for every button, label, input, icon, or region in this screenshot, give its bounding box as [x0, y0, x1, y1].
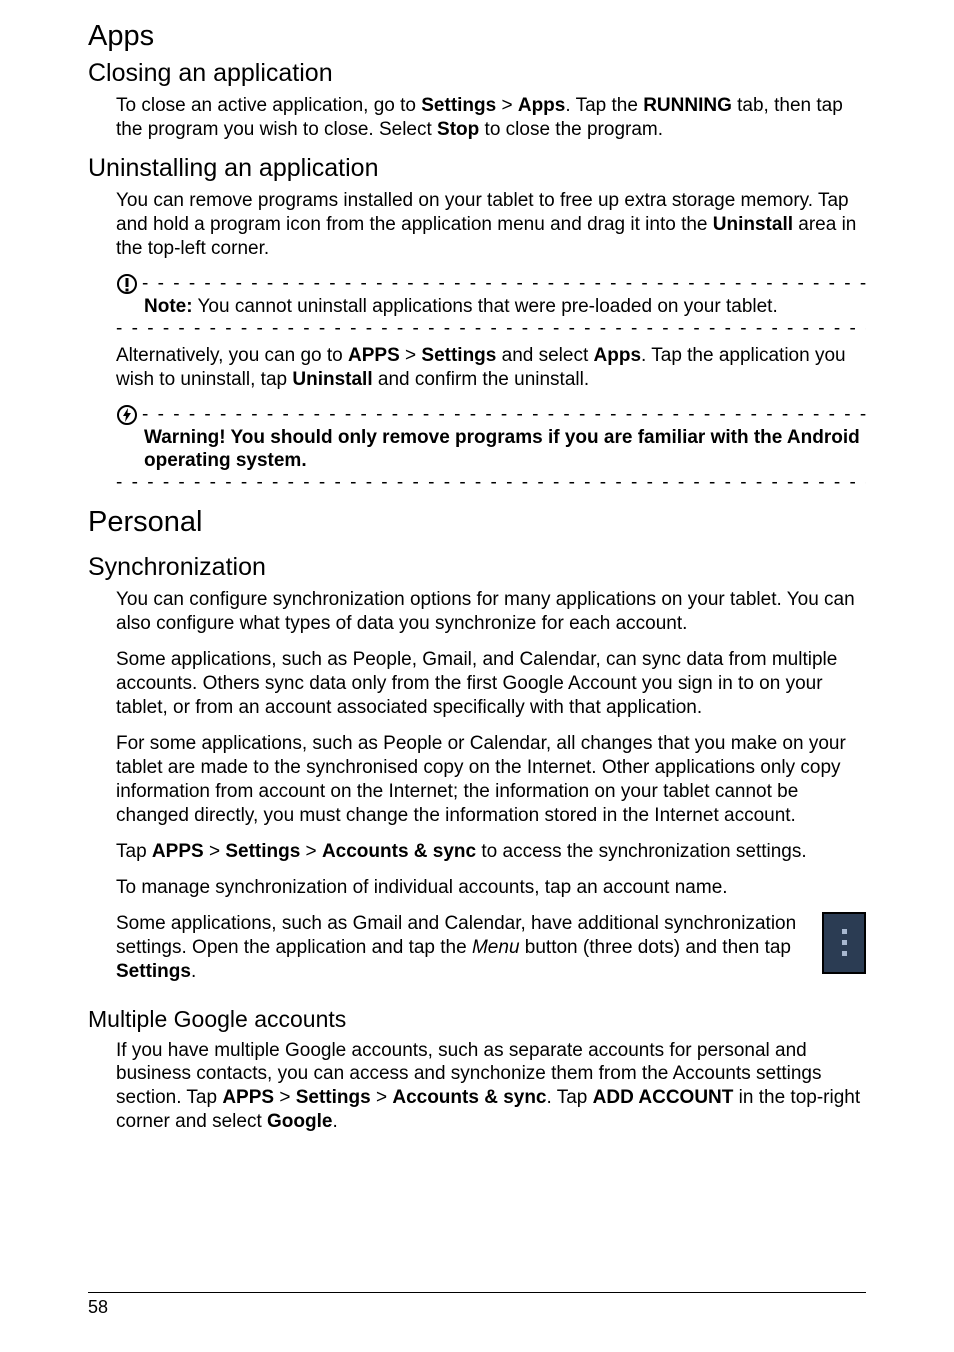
dashed-line: - - - - - - - - - - - - - - - - - - - - …: [142, 405, 866, 424]
paragraph-sync-4: Tap APPS > Settings > Accounts & sync to…: [88, 840, 866, 864]
warning-block: - - - - - - - - - - - - - - - - - - - - …: [116, 404, 866, 493]
paragraph-sync-1: You can configure synchronization option…: [88, 588, 866, 636]
dashed-line: - - - - - - - - - - - - - - - - - - - - …: [142, 274, 866, 293]
paragraph-sync-6: Some applications, such as Gmail and Cal…: [116, 912, 866, 984]
paragraph-multiple: If you have multiple Google accounts, su…: [88, 1039, 866, 1135]
heading-personal: Personal: [88, 506, 866, 539]
page-footer: 58: [88, 1292, 866, 1318]
menu-three-dots-icon: [822, 912, 866, 974]
dashed-line: - - - - - - - - - - - - - - - - - - - - …: [116, 319, 866, 338]
heading-apps: Apps: [88, 20, 866, 53]
warning-text: Warning! You should only remove programs…: [116, 426, 866, 474]
page-number: 58: [88, 1297, 108, 1317]
info-icon: [116, 273, 138, 295]
note-block: - - - - - - - - - - - - - - - - - - - - …: [116, 273, 866, 338]
heading-uninstalling-application: Uninstalling an application: [88, 154, 866, 183]
paragraph-uninstall-2: Alternatively, you can go to APPS > Sett…: [88, 344, 866, 392]
paragraph-sync-5: To manage synchronization of individual …: [88, 876, 866, 900]
dashed-line: - - - - - - - - - - - - - - - - - - - - …: [116, 473, 866, 492]
heading-synchronization: Synchronization: [88, 553, 866, 582]
heading-multiple-google-accounts: Multiple Google accounts: [88, 1006, 866, 1033]
paragraph-sync-2: Some applications, such as People, Gmail…: [88, 648, 866, 720]
paragraph-closing: To close an active application, go to Se…: [88, 94, 866, 142]
note-text: Note: You cannot uninstall applications …: [116, 295, 866, 319]
paragraph-sync-3: For some applications, such as People or…: [88, 732, 866, 828]
paragraph-uninstall-1: You can remove programs installed on you…: [88, 189, 866, 261]
heading-closing-application: Closing an application: [88, 59, 866, 88]
lightning-icon: [116, 404, 138, 426]
